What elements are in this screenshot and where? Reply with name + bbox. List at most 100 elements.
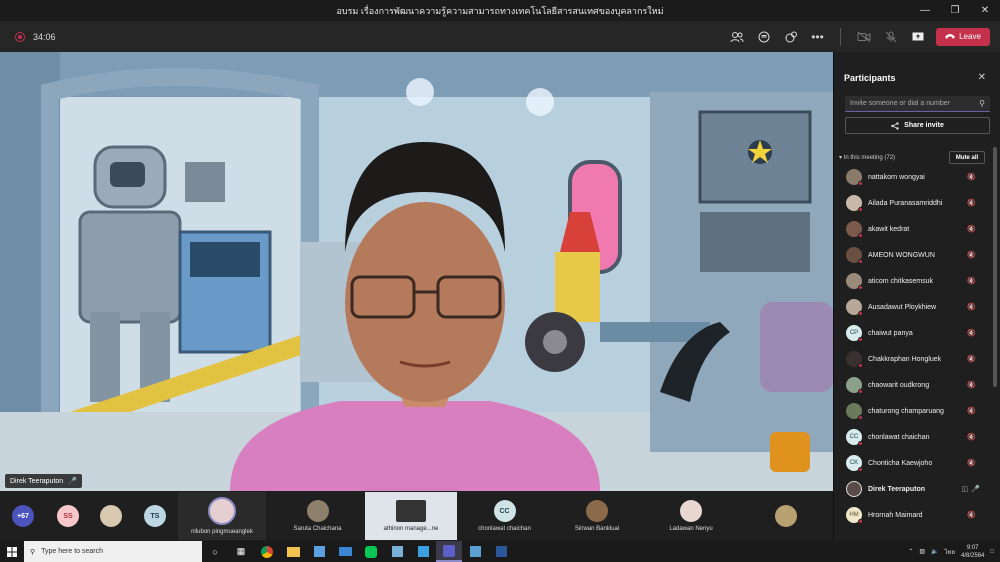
leave-button[interactable]: Leave [936,27,990,46]
main-video [0,52,833,491]
participant-name: Ailada Puranasamriddhi [868,199,943,207]
virtual-background-image [0,52,833,491]
system-tray: ⌃ ▧ 🔈 ไทย 9:07 4/8/2564 □ [908,541,1000,562]
list-item[interactable]: nattakorn wongyai 🔇 [834,164,994,190]
mic-off-icon[interactable]: 🔇 [967,407,976,415]
file-explorer-icon[interactable] [280,541,306,562]
avatar-photo[interactable] [98,492,124,540]
mic-off-icon[interactable]: 🔇 [967,173,976,181]
mic-off-icon[interactable]: 🔇 [967,277,976,285]
avatar [208,497,236,525]
chrome-icon[interactable] [254,541,280,562]
participant-name: akawit kedrat [868,225,910,233]
chevron-up-icon[interactable]: ⌃ [908,548,913,555]
video-tile[interactable]: athinon manage...ne [365,492,457,540]
scrollbar[interactable] [993,147,997,387]
mic-off-icon[interactable]: 🔇 [967,303,976,311]
mute-all-label: Mute all [955,154,979,161]
mic-off-icon[interactable] [878,24,903,49]
search-icon[interactable]: ⚲ [979,99,985,108]
list-item[interactable]: Ausadawut Ploykhiew 🔇 [834,294,994,320]
taskbar-clock[interactable]: 9:07 4/8/2564 [961,544,984,560]
list-item[interactable]: aticom chitkasemsuk 🔇 [834,268,994,294]
mic-on-icon[interactable]: 🎤 [971,485,980,493]
invite-input[interactable]: Invite someone or dial a number ⚲ [845,96,990,112]
avatar-ts[interactable]: TS [142,492,168,540]
mail-icon[interactable] [332,541,358,562]
participants-icon[interactable] [724,24,749,49]
video-tile[interactable]: Ladawan Nenyu [647,492,735,540]
presenter-name-tag: Direk Teeraputon 🎤 [5,474,82,488]
mic-off-icon[interactable]: 🔇 [967,355,976,363]
mic-off-icon[interactable]: 🔇 [967,381,976,389]
mic-off-icon[interactable]: 🔇 [967,433,976,441]
toolbar-divider [840,27,841,46]
taskbar-search-input[interactable]: ⚲ Type here to search [24,541,202,562]
mic-off-icon[interactable]: 🔇 [967,459,976,467]
windows-taskbar: ⚲ Type here to search ○ ▦ ⌃ ▧ 🔈 ไทย 9:07… [0,541,1000,562]
store-icon[interactable] [306,541,332,562]
list-item[interactable]: akawit kedrat 🔇 [834,216,994,242]
camera-off-icon[interactable] [851,24,876,49]
in-meeting-count: In this meeting (72) [843,155,896,161]
participant-name: Hrornah Maimard [868,511,923,519]
line-icon[interactable] [358,541,384,562]
participant-list: nattakorn wongyai 🔇 Ailada Puranasamriddh… [834,164,994,528]
chat-icon[interactable] [751,24,776,49]
minimize-icon[interactable]: — [910,0,940,21]
mic-off-icon[interactable]: 🔇 [967,199,976,207]
avatar-ss[interactable]: SS [55,492,81,540]
app-icon[interactable] [384,541,410,562]
share-invite-button[interactable]: Share invite [845,117,990,134]
participant-name: Direk Teeraputon [868,485,926,493]
list-item[interactable]: Ailada Puranasamriddhi 🔇 [834,190,994,216]
tile-label: nilubon pingmueanglek [191,529,253,535]
overflow-participants-button[interactable]: +67 [10,492,36,540]
participant-name: aticom chitkasemsuk [868,277,933,285]
video-tile[interactable]: CC chonlawat chaichan [462,492,547,540]
list-item[interactable]: CP chaiwut panya 🔇 [834,320,994,346]
close-window-icon[interactable]: ✕ [970,0,1000,21]
list-item[interactable]: CK Chonticha Kaewjoho 🔇 [834,450,994,476]
status-dot [858,415,863,420]
volume-icon[interactable]: 🔈 [931,548,938,555]
cortana-icon[interactable]: ○ [202,541,228,562]
app-icon[interactable] [462,541,488,562]
list-item[interactable]: chaowarit oudkrong 🔇 [834,372,994,398]
mic-off-icon[interactable]: 🔇 [967,329,976,337]
word-icon[interactable] [488,541,514,562]
app-icon[interactable] [410,541,436,562]
mic-off-icon[interactable]: 🔇 [967,225,976,233]
list-item[interactable]: Chakkraphan Hongluek 🔇 [834,346,994,372]
maximize-icon[interactable]: ❐ [940,0,970,21]
list-item[interactable]: chaturong champaruang 🔇 [834,398,994,424]
input-language[interactable]: ไทย [945,547,956,557]
share-screen-icon[interactable] [905,24,930,49]
notifications-icon[interactable]: □ [990,549,994,555]
start-button[interactable] [0,541,24,562]
avatar-photo[interactable] [772,492,800,540]
more-options-icon[interactable]: ••• [805,24,830,49]
close-icon[interactable]: ✕ [978,72,986,83]
meeting-toolbar: 34:06 ••• Leave [0,21,1000,52]
share-icon [891,121,899,130]
participant-name: chaiwut panya [868,329,913,337]
list-item[interactable]: AMEON WONGWUN 🔇 [834,242,994,268]
reactions-icon[interactable] [778,24,803,49]
window-title-bar: อบรม เรื่องการพัฒนาความรู้ความสามารถทางเ… [0,0,1000,21]
list-item[interactable]: HM Hrornah Maimard 🔇 [834,502,994,528]
camera-feed [396,500,426,522]
list-item[interactable]: Direk Teeraputon ◫ 🎤 [834,476,994,502]
mic-off-icon[interactable]: 🔇 [967,251,976,259]
teams-icon[interactable] [436,541,462,562]
status-dot [858,467,863,472]
mic-off-icon[interactable]: 🔇 [967,511,976,519]
in-meeting-header[interactable]: ▾ In this meeting (72) [839,154,895,161]
network-icon[interactable]: ▧ [919,548,925,555]
task-view-icon[interactable]: ▦ [228,541,254,562]
video-tile[interactable]: Saruta Chaichana [275,492,360,540]
list-item[interactable]: CC chonlawat chaichan 🔇 [834,424,994,450]
video-tile[interactable]: nilubon pingmueanglek [178,492,266,540]
video-tile[interactable]: Siriwan Bankluai [553,492,641,540]
mute-all-button[interactable]: Mute all [949,151,985,164]
